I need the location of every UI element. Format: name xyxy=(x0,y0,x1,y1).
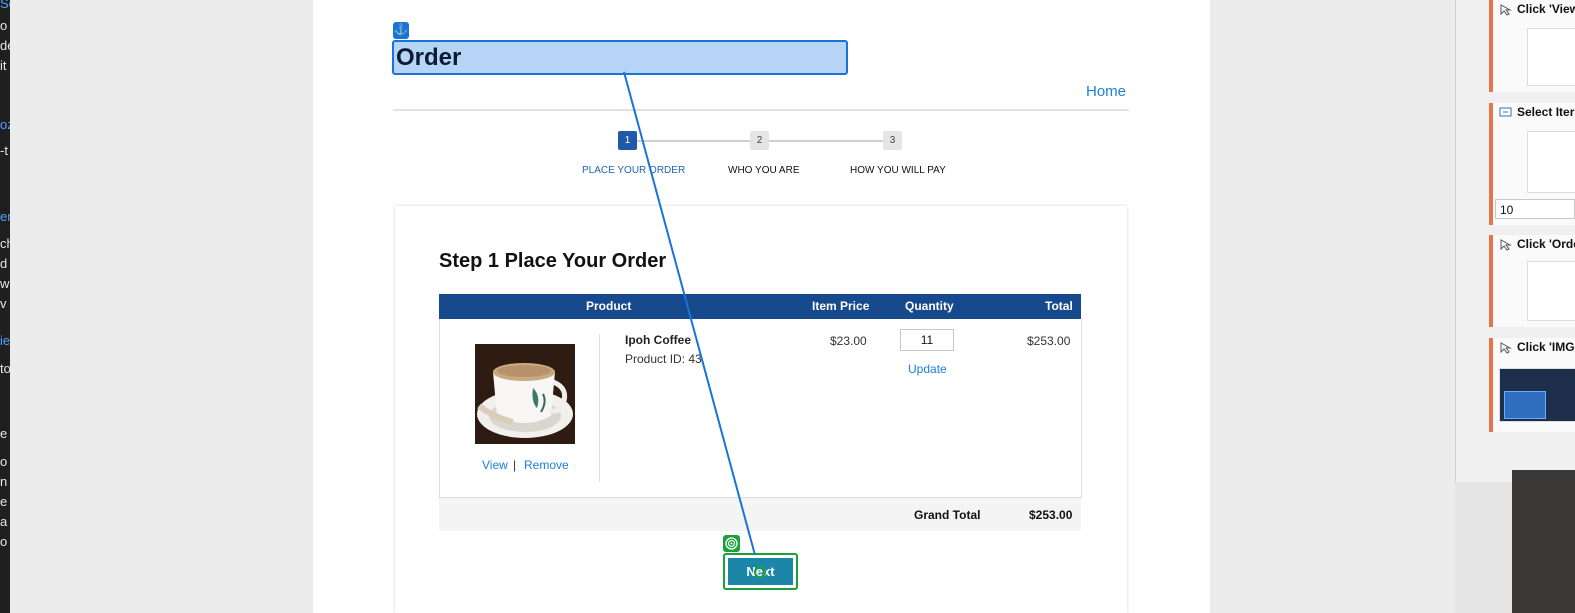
link-separator: | xyxy=(513,458,517,472)
strip-text: ch xyxy=(0,236,10,251)
step-value-input[interactable]: 10 xyxy=(1495,199,1575,219)
next-button-label: Next xyxy=(728,558,793,585)
click-icon xyxy=(1499,238,1512,251)
grand-total-label: Grand Total xyxy=(914,508,981,522)
item-total: $253.00 xyxy=(1027,334,1071,348)
home-link[interactable]: Home xyxy=(1086,83,1126,100)
desktop-background xyxy=(1512,470,1575,613)
strip-text: oz xyxy=(0,117,10,132)
anchor-icon: ⚓ xyxy=(393,22,409,39)
strip-text: o xyxy=(0,454,8,469)
strip-text: o xyxy=(0,534,8,549)
stepper-connector xyxy=(637,140,752,142)
strip-text: d xyxy=(0,256,8,271)
next-button[interactable]: Next xyxy=(723,553,798,590)
product-image[interactable] xyxy=(475,344,575,444)
cell-divider xyxy=(599,334,600,482)
step-thumbnail xyxy=(1527,28,1575,86)
strip-text: ie xyxy=(0,333,10,348)
strip-text: w xyxy=(0,276,10,291)
step-2-label: WHO YOU ARE xyxy=(728,165,800,176)
step-card[interactable]: Click 'Orde xyxy=(1489,235,1575,327)
step-card-title: Click 'Orde xyxy=(1517,237,1575,251)
click-icon xyxy=(1499,3,1512,16)
strip-text: e t xyxy=(0,426,10,441)
step-1-indicator: 1 xyxy=(618,131,637,150)
strip-text: So xyxy=(0,0,10,11)
column-header-item-price: Item Price xyxy=(812,299,870,313)
select-icon xyxy=(1499,106,1512,119)
strip-text: -t xyxy=(0,143,8,158)
step-thumbnail xyxy=(1499,368,1575,422)
grand-total-row: Grand Total $253.00 xyxy=(439,498,1081,531)
header-divider xyxy=(393,109,1129,111)
click-icon xyxy=(1499,341,1512,354)
step-heading: Step 1 Place Your Order xyxy=(439,250,667,272)
step-3-label: HOW YOU WILL PAY xyxy=(850,165,946,176)
step-card[interactable]: Click 'IMG xyxy=(1489,338,1575,432)
item-price: $23.00 xyxy=(830,334,867,348)
left-window-strip: So o de it oz -t ery ch d w v ie to e t … xyxy=(0,0,10,613)
step-thumbnail xyxy=(1527,131,1575,193)
strip-text: v xyxy=(0,296,7,311)
step-card-title: Click 'IMG xyxy=(1517,340,1575,354)
step-card[interactable]: Click 'View xyxy=(1489,0,1575,92)
strip-text: n xyxy=(0,474,8,489)
column-header-product: Product xyxy=(586,299,632,313)
stepper-connector xyxy=(769,140,884,142)
table-header: Product Item Price Quantity Total xyxy=(439,294,1081,319)
grand-total-value: $253.00 xyxy=(1029,508,1073,522)
view-link[interactable]: View xyxy=(482,458,508,472)
strip-text: e xyxy=(0,494,8,509)
strip-text: it xyxy=(0,58,7,73)
column-header-quantity: Quantity xyxy=(905,299,954,313)
strip-text: to xyxy=(0,361,10,376)
step-1-label: PLACE YOUR ORDER xyxy=(582,165,686,176)
strip-text: a xyxy=(0,514,8,529)
update-link[interactable]: Update xyxy=(908,362,947,376)
column-header-total: Total xyxy=(1045,299,1073,313)
product-name: Ipoh Coffee xyxy=(625,333,691,347)
step-card-title: Click 'View xyxy=(1517,2,1575,16)
step-3-indicator: 3 xyxy=(883,131,902,150)
step-2-indicator: 2 xyxy=(750,131,769,150)
quantity-input[interactable]: 11 xyxy=(900,329,954,351)
product-id: Product ID: 43 xyxy=(625,352,702,366)
step-thumbnail xyxy=(1527,261,1575,321)
strip-text: de xyxy=(0,38,10,53)
target-icon xyxy=(723,535,740,552)
strip-text: o xyxy=(0,18,8,33)
page-title[interactable]: Order xyxy=(392,40,848,75)
remove-link[interactable]: Remove xyxy=(524,458,569,472)
step-card-title: Select Iter xyxy=(1517,105,1575,119)
strip-text: ery xyxy=(0,209,10,224)
